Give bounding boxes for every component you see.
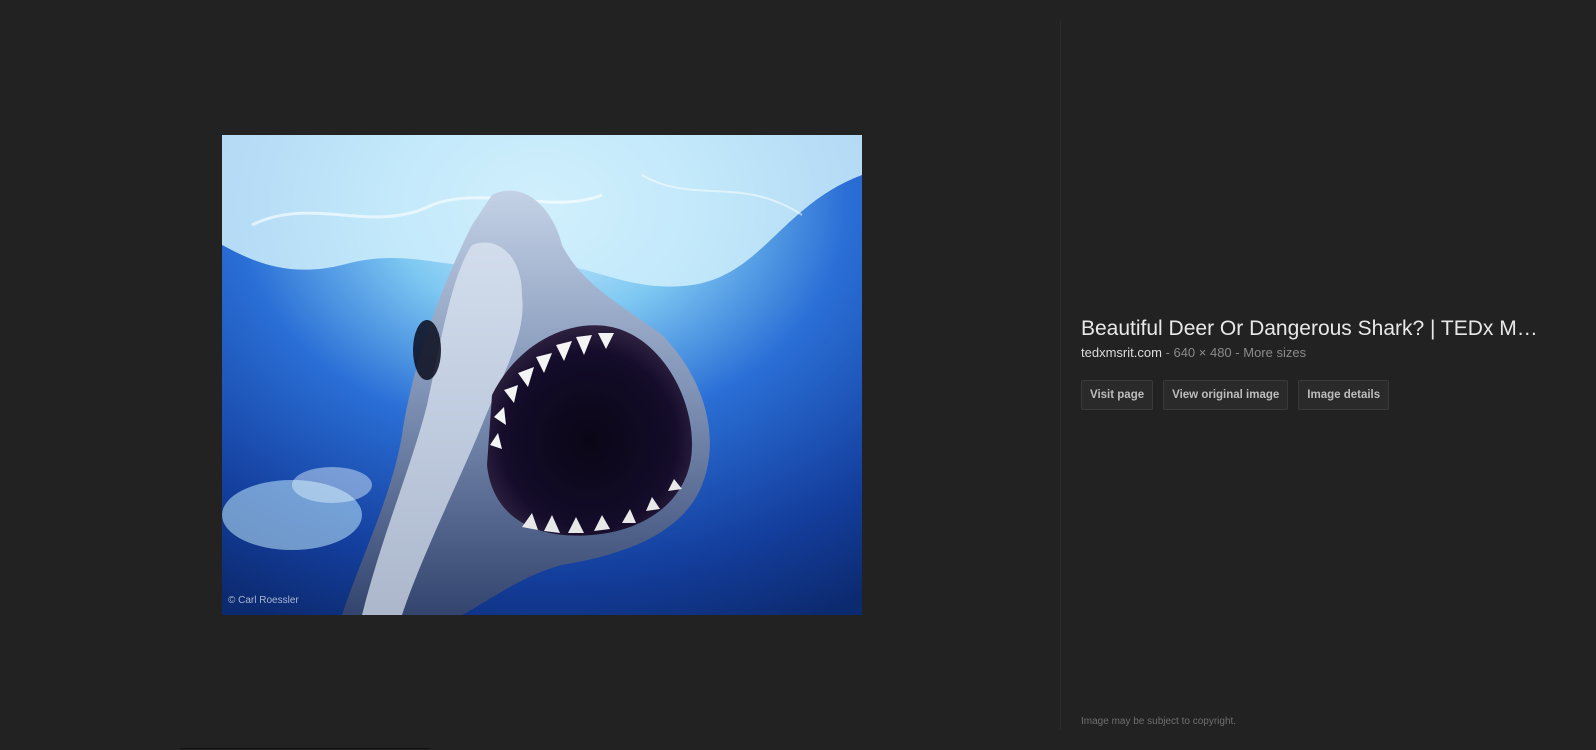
more-sizes-link[interactable]: More sizes xyxy=(1243,345,1306,360)
visit-page-button[interactable]: Visit page xyxy=(1081,380,1154,410)
view-original-image-button[interactable]: View original image xyxy=(1163,380,1289,410)
shark-photo: © Carl Roessler xyxy=(222,135,862,615)
image-details-button[interactable]: Image details xyxy=(1298,380,1390,410)
action-buttons: Visit page View original image Image det… xyxy=(1081,380,1390,410)
image-dimensions: 640 × 480 xyxy=(1173,345,1232,360)
meta-separator: - xyxy=(1231,345,1244,360)
photo-watermark: © Carl Roessler xyxy=(228,595,299,606)
source-domain-link[interactable]: tedxmsrit.com xyxy=(1081,345,1162,360)
image-panel: © Carl Roessler xyxy=(0,0,1060,750)
image-viewer: © Carl Roessler Beautiful Deer Or Danger… xyxy=(0,0,1596,750)
image-meta: tedxmsrit.com - 640 × 480 - More sizes xyxy=(1081,345,1306,360)
panel-divider xyxy=(1060,20,1061,730)
bottom-edge-line xyxy=(180,748,430,749)
image-title[interactable]: Beautiful Deer Or Dangerous Shark? | TED… xyxy=(1081,317,1551,341)
preview-image[interactable]: © Carl Roessler xyxy=(222,135,862,615)
copyright-notice: Image may be subject to copyright. xyxy=(1081,716,1237,727)
meta-separator: - xyxy=(1161,345,1174,360)
image-info-panel: Beautiful Deer Or Dangerous Shark? | TED… xyxy=(1081,0,1561,750)
